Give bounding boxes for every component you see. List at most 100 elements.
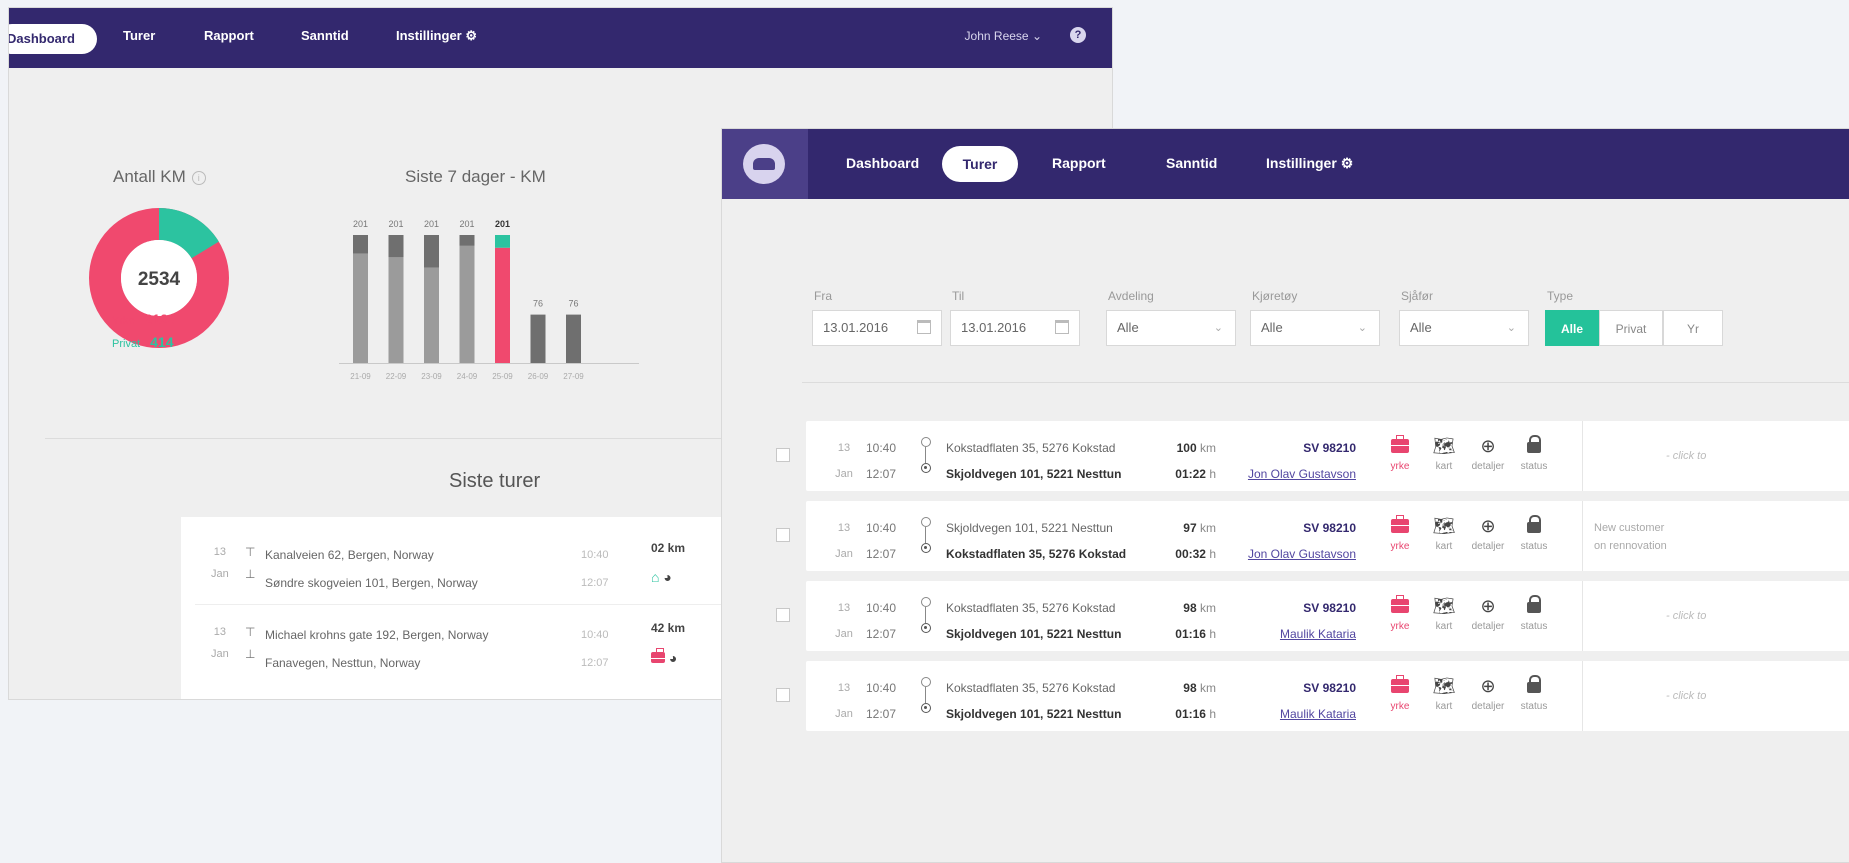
trip-vehicle: SV 98210 Jon Olav Gustavson bbox=[1224, 435, 1356, 487]
user-menu[interactable]: John Reese ⌄ bbox=[965, 29, 1042, 43]
trip-start-time: 10:40 bbox=[866, 601, 897, 615]
nav-dashboard[interactable]: Dashboard bbox=[9, 24, 97, 54]
yrke-label: yrke bbox=[1390, 461, 1410, 472]
trip-to: Skjoldvegen 101, 5221 Nesttun bbox=[946, 467, 1122, 481]
kart-label: kart bbox=[1435, 461, 1453, 472]
trip-type-icons: ◕ bbox=[651, 648, 677, 666]
bars-title: Siste 7 dager - KM bbox=[405, 167, 546, 186]
sjafor-select[interactable]: Alle ⌄ bbox=[1399, 310, 1529, 346]
status-label: status bbox=[1520, 701, 1548, 712]
nav-rapport[interactable]: Rapport bbox=[204, 28, 254, 43]
x-tick-label: 23-09 bbox=[421, 372, 442, 381]
nav-instillinger[interactable]: Instillinger ⚙ bbox=[1266, 155, 1353, 172]
table-row[interactable]: 13 Jan 10:40 12:07 Kokstadflaten 35, 5276 … bbox=[776, 581, 1849, 651]
row-checkbox[interactable] bbox=[776, 448, 790, 462]
trip-to: Skjoldvegen 101, 5221 Nesttun bbox=[946, 627, 1122, 641]
yrke-action[interactable]: yrke bbox=[1382, 434, 1418, 476]
status-action[interactable]: status bbox=[1516, 674, 1552, 716]
detaljer-label: detaljer bbox=[1471, 541, 1505, 552]
detaljer-action[interactable]: ⊕ detaljer bbox=[1470, 434, 1506, 476]
vehicle-reg: SV 98210 bbox=[1303, 441, 1356, 455]
x-tick-label: 24-09 bbox=[457, 372, 478, 381]
trip-comment[interactable]: New customer on rennovation bbox=[1594, 519, 1667, 555]
list-item[interactable]: 13 Jan ⊤ ⊥ Michael krohns gate 192, Bergen… bbox=[181, 607, 741, 687]
kart-action[interactable]: 🗺 kart bbox=[1426, 434, 1462, 476]
bar-segment-top bbox=[424, 235, 439, 268]
row-checkbox[interactable] bbox=[776, 688, 790, 702]
map-icon: 🗺 bbox=[1432, 436, 1456, 456]
bar-segment-top bbox=[459, 235, 475, 246]
globe-icon[interactable]: ◕ bbox=[669, 650, 677, 666]
briefcase-icon bbox=[1391, 435, 1409, 453]
comment-placeholder[interactable]: - click to bbox=[1666, 607, 1706, 625]
comment-placeholder[interactable]: - click to bbox=[1666, 687, 1706, 705]
kart-action[interactable]: 🗺 kart bbox=[1426, 674, 1462, 716]
detaljer-label: detaljer bbox=[1471, 461, 1505, 472]
briefcase-icon bbox=[1391, 595, 1409, 613]
driver-link[interactable]: Maulik Kataria bbox=[1224, 621, 1356, 647]
detaljer-action[interactable]: ⊕ detaljer bbox=[1470, 674, 1506, 716]
trip-from: Michael krohns gate 192, Bergen, Norway bbox=[265, 628, 489, 642]
yrke-action[interactable]: yrke bbox=[1382, 594, 1418, 636]
type-alle-button[interactable]: Alle bbox=[1545, 310, 1599, 346]
nav-rapport[interactable]: Rapport bbox=[1052, 155, 1106, 171]
row-checkbox[interactable] bbox=[776, 608, 790, 622]
driver-link[interactable]: Maulik Kataria bbox=[1224, 701, 1356, 727]
legend-privat-label: Privat bbox=[112, 338, 141, 350]
til-date-input[interactable]: 13.01.2016 bbox=[950, 310, 1080, 346]
detaljer-action[interactable]: ⊕ detaljer bbox=[1470, 514, 1506, 556]
status-label: status bbox=[1520, 621, 1548, 632]
status-action[interactable]: status bbox=[1516, 594, 1552, 636]
siste-turer-title: Siste turer bbox=[449, 470, 541, 492]
nav-turer[interactable]: Turer bbox=[942, 146, 1018, 182]
x-tick-label: 25-09 bbox=[492, 372, 513, 381]
type-yrke-button[interactable]: Yr bbox=[1663, 310, 1723, 346]
trip-duration: 01:16 bbox=[1175, 627, 1206, 641]
kart-action[interactable]: 🗺 kart bbox=[1426, 594, 1462, 636]
globe-icon[interactable]: ◕ bbox=[663, 569, 671, 585]
driver-link[interactable]: Jon Olav Gustavson bbox=[1224, 541, 1356, 567]
nav-dashboard[interactable]: Dashboard bbox=[846, 155, 919, 171]
user-name: John Reese bbox=[964, 29, 1029, 43]
yrke-action[interactable]: yrke bbox=[1382, 674, 1418, 716]
zoom-in-icon: ⊕ bbox=[1480, 436, 1496, 456]
trip-day: 13 bbox=[213, 546, 226, 558]
nav-instillinger[interactable]: Instillinger ⚙ bbox=[396, 28, 477, 44]
status-action[interactable]: status bbox=[1516, 434, 1552, 476]
yrke-action[interactable]: yrke bbox=[1382, 514, 1418, 556]
zoom-in-icon: ⊕ bbox=[1480, 516, 1496, 536]
briefcase-icon bbox=[1391, 515, 1409, 533]
kjoretoy-label: Kjøretøy bbox=[1252, 289, 1298, 303]
chevron-down-icon: ⌄ bbox=[1506, 322, 1516, 334]
type-privat-button[interactable]: Privat bbox=[1599, 310, 1663, 346]
table-row[interactable]: 13 Jan 10:40 12:07 Kokstadflaten 35, 5276 … bbox=[776, 661, 1849, 731]
nav-sanntid[interactable]: Sanntid bbox=[1166, 155, 1217, 171]
lock-icon bbox=[1527, 675, 1541, 693]
bar-segment-top bbox=[388, 235, 404, 258]
vehicle-reg: SV 98210 bbox=[1303, 601, 1356, 615]
status-action[interactable]: status bbox=[1516, 514, 1552, 556]
trip-month: Jan bbox=[835, 468, 853, 480]
bar-segment-base bbox=[424, 267, 439, 363]
trip-to: Kokstadflaten 35, 5276 Kokstad bbox=[946, 547, 1127, 561]
kart-action[interactable]: 🗺 kart bbox=[1426, 514, 1462, 556]
fra-date-input[interactable]: 13.01.2016 bbox=[812, 310, 942, 346]
nav-sanntid[interactable]: Sanntid bbox=[301, 28, 349, 43]
trip-km: 97 bbox=[1183, 521, 1197, 535]
avdeling-select[interactable]: Alle ⌄ bbox=[1106, 310, 1236, 346]
row-checkbox[interactable] bbox=[776, 528, 790, 542]
comment-placeholder[interactable]: - click to bbox=[1666, 447, 1706, 465]
help-icon[interactable]: ? bbox=[1070, 27, 1086, 43]
kjoretoy-select[interactable]: Alle ⌄ bbox=[1250, 310, 1380, 346]
detaljer-action[interactable]: ⊕ detaljer bbox=[1470, 594, 1506, 636]
bar-segment-base bbox=[459, 245, 475, 363]
bar-segment-top bbox=[495, 235, 510, 248]
trip-times: 10:40 12:07 bbox=[866, 515, 896, 567]
info-icon[interactable]: i bbox=[191, 170, 206, 185]
driver-link[interactable]: Jon Olav Gustavson bbox=[1224, 461, 1356, 487]
table-row[interactable]: 13 Jan 10:40 12:07 Skjoldvegen 101, 5221 N… bbox=[776, 501, 1849, 571]
table-row[interactable]: 13 Jan 10:40 12:07 Kokstadflaten 35, 5276 … bbox=[776, 421, 1849, 491]
logo-area[interactable] bbox=[722, 129, 808, 199]
list-item[interactable]: 13 Jan ⊤ ⊥ Kanalveien 62, Bergen, Norway Sø… bbox=[181, 527, 741, 607]
nav-turer[interactable]: Turer bbox=[123, 28, 155, 43]
